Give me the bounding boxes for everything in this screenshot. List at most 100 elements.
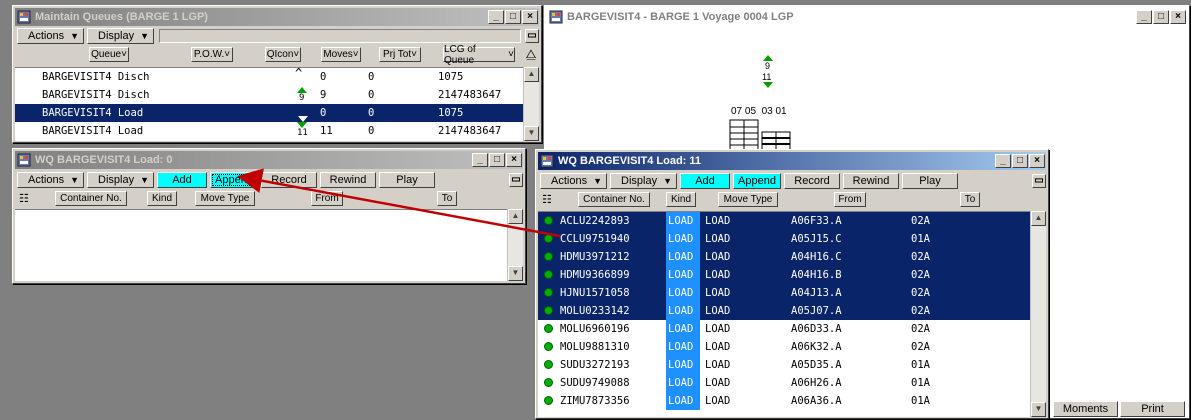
wq-full-toolbar: Actions ▼ Display ▼ Add Append Record Rewi…: [538, 172, 1046, 190]
table-row-selected[interactable]: CCLU9751940 LOAD LOAD A05J15.C 01A: [538, 230, 1030, 248]
add-button[interactable]: Add: [157, 172, 207, 188]
actions-menu[interactable]: Actions ▼: [17, 172, 84, 188]
wq-empty-scrollbar[interactable]: ▲ ▼: [507, 209, 523, 281]
scroll-down-icon[interactable]: ▼: [508, 266, 523, 281]
from-cell: A06A36.A: [791, 395, 842, 407]
minimize-button[interactable]: _: [472, 153, 488, 167]
table-row[interactable]: BARGEVISIT4 Disch 9 9 0 2147483647: [15, 86, 523, 104]
to-cell: 02A: [911, 215, 930, 227]
column-lcg[interactable]: LCG of Queue ˅: [443, 44, 515, 66]
dropdown-arrow-icon: ▼: [140, 175, 149, 185]
column-prj-tot[interactable]: Prj Tot ˅: [379, 47, 421, 62]
column-move-type[interactable]: Move Type: [195, 191, 255, 206]
sort-triangle-icon[interactable]: ⧋: [523, 47, 539, 65]
window-menu-icon[interactable]: ▭: [1032, 174, 1046, 188]
status-dot-icon: [544, 216, 553, 225]
play-button[interactable]: Play: [902, 173, 958, 189]
moments-button[interactable]: Moments: [1053, 401, 1118, 417]
close-button[interactable]: ×: [1170, 10, 1186, 24]
barge-titlebar[interactable]: BARGEVISIT4 - BARGE 1 Voyage 0004 LGP _ …: [547, 8, 1187, 26]
append-button[interactable]: Append: [210, 172, 258, 188]
append-button[interactable]: Append: [733, 173, 781, 189]
column-pow[interactable]: P.O.W. ˅: [191, 47, 233, 62]
move-type-cell: LOAD: [705, 377, 731, 389]
display-menu[interactable]: Display ▼: [87, 172, 154, 188]
display-menu[interactable]: Display ▼: [87, 28, 154, 44]
queues-header: Queue ˅ P.O.W. ˅ QIcon ˅ Moves ˅ Prj Tot ˅ LC…: [15, 44, 539, 67]
table-row-selected[interactable]: HDMU9366899 LOAD LOAD A04H16.B 02A: [538, 266, 1030, 284]
column-chooser-icon[interactable]: ☷: [542, 193, 556, 206]
scroll-up-icon[interactable]: ▲: [508, 209, 523, 224]
rewind-button[interactable]: Rewind: [320, 172, 376, 188]
window-title: WQ BARGEVISIT4 Load: 11: [558, 155, 702, 167]
column-kind[interactable]: Kind: [666, 192, 696, 207]
wq-full-window: WQ BARGEVISIT4 Load: 11 _ □ × Actions ▼ D…: [535, 149, 1049, 419]
queues-scrollbar[interactable]: ▲ ▼: [523, 67, 539, 141]
column-move-type[interactable]: Move Type: [718, 192, 778, 207]
minimize-button[interactable]: _: [1136, 10, 1152, 24]
append-label: Append: [215, 174, 253, 186]
add-button[interactable]: Add: [680, 173, 730, 189]
record-button[interactable]: Record: [784, 173, 840, 189]
app-icon: [540, 154, 554, 168]
move-type-cell: LOAD: [705, 305, 731, 317]
wq-full-scrollbar[interactable]: ▲ ▼: [1030, 211, 1046, 417]
maximize-button[interactable]: □: [489, 153, 505, 167]
close-button[interactable]: ×: [1029, 154, 1045, 168]
queues-menu-bar: Actions ▼ Display ▼ ▭: [15, 27, 539, 45]
column-qicon[interactable]: QIcon ˅: [265, 47, 301, 62]
actions-menu[interactable]: Actions ▼: [540, 173, 607, 189]
actions-menu[interactable]: Actions ▼: [17, 28, 84, 44]
maximize-button[interactable]: □: [505, 10, 521, 24]
display-menu[interactable]: Display ▼: [610, 173, 677, 189]
play-button[interactable]: Play: [379, 172, 435, 188]
column-container-no[interactable]: Container No.: [55, 191, 127, 206]
table-row-selected[interactable]: BARGEVISIT4 Load 0 0 1075: [15, 104, 523, 122]
column-moves[interactable]: Moves ˅: [321, 47, 361, 62]
column-chooser-icon[interactable]: ☷: [19, 192, 33, 205]
actions-menu-label: Actions: [28, 30, 65, 42]
table-row-selected[interactable]: MOLU0233142 LOAD LOAD A05J07.A 02A: [538, 302, 1030, 320]
close-button[interactable]: ×: [506, 153, 522, 167]
close-button[interactable]: ×: [522, 10, 538, 24]
maximize-button[interactable]: □: [1153, 10, 1169, 24]
maximize-button[interactable]: □: [1012, 154, 1028, 168]
container-cell: MOLU6960196: [560, 323, 630, 335]
minimize-button[interactable]: _: [488, 10, 504, 24]
table-row[interactable]: MOLU9881310 LOAD LOAD A06K32.A 02A: [538, 338, 1030, 356]
column-to[interactable]: To: [960, 192, 980, 207]
move-type-cell: LOAD: [705, 233, 731, 245]
scroll-down-icon[interactable]: ▼: [524, 126, 539, 141]
table-row[interactable]: BARGEVISIT4 Disch ^ 0 0 1075: [15, 68, 523, 86]
record-button[interactable]: Record: [261, 172, 317, 188]
maintain-queues-titlebar[interactable]: Maintain Queues (BARGE 1 LGP) _ □ ×: [15, 8, 539, 26]
window-menu-icon[interactable]: ▭: [509, 173, 523, 187]
column-container-no[interactable]: Container No.: [578, 192, 650, 207]
table-row[interactable]: ZIMU7873356 LOAD LOAD A06A36.A 01A: [538, 392, 1030, 410]
table-row-selected[interactable]: ACLU2242893 LOAD LOAD A06F33.A 02A: [538, 212, 1030, 230]
scroll-down-icon[interactable]: ▼: [1031, 402, 1046, 417]
rewind-button[interactable]: Rewind: [843, 173, 899, 189]
table-row-selected[interactable]: HJNU1571058 LOAD LOAD A04J13.A 02A: [538, 284, 1030, 302]
wq-full-titlebar[interactable]: WQ BARGEVISIT4 Load: 11 _ □ ×: [538, 152, 1046, 170]
from-cell: A04H16.C: [791, 251, 842, 263]
table-row[interactable]: BARGEVISIT4 Load 11 11 0 2147483647: [15, 122, 523, 140]
scroll-up-icon[interactable]: ▲: [524, 67, 539, 82]
minimize-button[interactable]: _: [995, 154, 1011, 168]
table-row[interactable]: SUDU9749088 LOAD LOAD A06H26.A 01A: [538, 374, 1030, 392]
column-to[interactable]: To: [437, 191, 457, 206]
moves-cell: 0: [320, 71, 327, 83]
scroll-up-icon[interactable]: ▲: [1031, 211, 1046, 226]
wq-empty-titlebar[interactable]: WQ BARGEVISIT4 Load: 0 _ □ ×: [15, 151, 523, 169]
table-row-selected[interactable]: HDMU3971212 LOAD LOAD A04H16.C 02A: [538, 248, 1030, 266]
table-row[interactable]: SUDU3272193 LOAD LOAD A05D35.A 01A: [538, 356, 1030, 374]
column-label: From: [315, 193, 339, 204]
column-kind[interactable]: Kind: [147, 191, 177, 206]
column-queue[interactable]: Queue ˅: [89, 47, 129, 62]
column-from[interactable]: From: [311, 191, 343, 206]
print-button[interactable]: Print: [1120, 401, 1185, 417]
column-from[interactable]: From: [834, 192, 866, 207]
table-row[interactable]: MOLU6960196 LOAD LOAD A06D33.A 02A: [538, 320, 1030, 338]
container-cell: MOLU0233142: [560, 305, 630, 317]
window-menu-icon[interactable]: ▭: [525, 29, 539, 43]
